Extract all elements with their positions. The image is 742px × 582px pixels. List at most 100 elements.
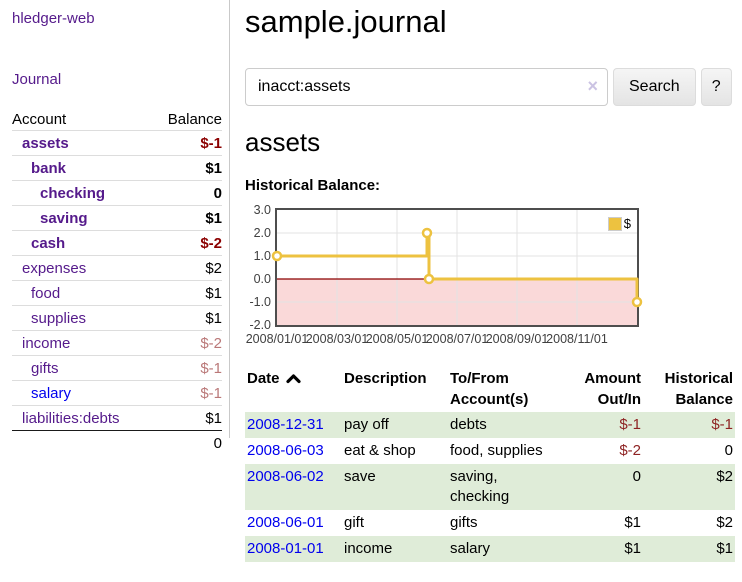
register-row: 2008-06-01 gift gifts $1 $2 (245, 510, 735, 536)
balance-cell: $-1 (643, 412, 735, 438)
account-link-bank[interactable]: bank (12, 160, 66, 177)
y-axis-tick: 1.0 (245, 248, 271, 264)
sidebar-item-journal[interactable]: Journal (12, 71, 230, 88)
account-row-assets: assets $-1 (12, 130, 222, 155)
sidebar-divider (229, 0, 230, 438)
account-balance: $1 (205, 410, 222, 427)
account-balance: $2 (205, 260, 222, 277)
register-row: 2008-06-02 save saving, checking 0 $2 (245, 464, 735, 510)
balance-cell: $1 (643, 536, 735, 562)
account-row-cash: cash $-2 (12, 230, 222, 255)
account-cell: food, supplies (448, 438, 558, 464)
balance-column-header: Historical Balance (643, 366, 735, 412)
search-input[interactable] (245, 68, 608, 106)
register-row: 2008-12-31 pay off debts $-1 $-1 (245, 412, 735, 438)
date-link[interactable]: 2008-06-02 (247, 468, 324, 485)
account-cell: salary (448, 536, 558, 562)
account-balance: $-1 (200, 360, 222, 377)
balance-cell: 0 (643, 438, 735, 464)
y-axis-tick: 0.0 (245, 271, 271, 287)
account-link-liabilities-debts[interactable]: liabilities:debts (12, 410, 120, 427)
account-link-salary[interactable]: salary (12, 385, 71, 402)
date-link[interactable]: 2008-12-31 (247, 416, 324, 433)
account-balance: $-2 (200, 235, 222, 252)
account-row-liabilities-debts: liabilities:debts $1 (12, 405, 222, 430)
account-cell: saving, checking (448, 464, 558, 510)
legend-label: $ (624, 216, 631, 231)
account-row-bank: bank $1 (12, 155, 222, 180)
account-balance: $1 (205, 210, 222, 227)
accounts-table: Account Balance assets $-1 bank $1 check… (12, 108, 222, 455)
description-cell: save (342, 464, 448, 510)
register-row: 2008-06-03 eat & shop food, supplies $-2… (245, 438, 735, 464)
balance-cell: $2 (643, 510, 735, 536)
main-content: sample.journal × Search ? assets Histori… (245, 0, 742, 562)
date-link[interactable]: 2008-06-01 (247, 514, 324, 531)
amount-cell: $1 (558, 510, 643, 536)
date-link[interactable]: 2008-06-03 (247, 442, 324, 459)
account-balance: $1 (205, 310, 222, 327)
register-header-row: Date Description To/From Account(s) Amou… (245, 366, 735, 412)
amount-column-header: Amount Out/In (558, 366, 643, 412)
legend-swatch-icon (608, 217, 622, 231)
sidebar: hledger-web Journal Account Balance asse… (0, 0, 230, 455)
brand-link[interactable]: hledger-web (12, 10, 230, 27)
clear-search-icon[interactable]: × (587, 78, 598, 95)
amount-cell: $1 (558, 536, 643, 562)
amount-cell: $-2 (558, 438, 643, 464)
register-table: Date Description To/From Account(s) Amou… (245, 366, 735, 562)
account-link-supplies[interactable]: supplies (12, 310, 86, 327)
account-column-header: To/From Account(s) (448, 366, 558, 412)
account-balance: $-2 (200, 335, 222, 352)
account-row-food: food $1 (12, 280, 222, 305)
amount-cell: 0 (558, 464, 643, 510)
date-header-label: Date (247, 370, 280, 387)
account-balance: 0 (214, 185, 222, 202)
chart-canvas (277, 210, 637, 325)
account-link-cash[interactable]: cash (12, 235, 65, 252)
account-column-header: Account (12, 111, 66, 128)
chart-plot-area: $ (275, 208, 639, 327)
account-balance: $-1 (200, 385, 222, 402)
balance-cell: $2 (643, 464, 735, 510)
search-button[interactable]: Search (613, 68, 696, 106)
x-axis-tick: 2008/03/01 (305, 331, 369, 347)
description-cell: eat & shop (342, 438, 448, 464)
historical-balance-chart: 3.0 2.0 1.0 0.0 -1.0 -2.0 (245, 206, 742, 350)
y-axis-tick: 3.0 (245, 202, 271, 218)
account-link-gifts[interactable]: gifts (12, 360, 59, 377)
balance-column-header: Balance (168, 111, 222, 128)
account-row-income: income $-2 (12, 330, 222, 355)
account-row-salary: salary $-1 (12, 380, 222, 405)
x-axis-tick: 2008/01/01 (245, 331, 309, 347)
y-axis-tick: -1.0 (245, 294, 271, 310)
account-row-checking: checking 0 (12, 180, 222, 205)
account-link-expenses[interactable]: expenses (12, 260, 86, 277)
account-row-supplies: supplies $1 (12, 305, 222, 330)
y-axis-tick: 2.0 (245, 225, 271, 241)
accounts-total-row: 0 (12, 430, 222, 455)
x-axis-tick: 2008/11/01 (545, 331, 609, 347)
account-link-saving[interactable]: saving (12, 210, 88, 227)
description-column-header: Description (342, 366, 448, 412)
description-cell: gift (342, 510, 448, 536)
account-row-expenses: expenses $2 (12, 255, 222, 280)
account-link-income[interactable]: income (12, 335, 70, 352)
x-axis-tick: 2008/05/01 (365, 331, 429, 347)
search-help-button[interactable]: ? (701, 68, 732, 106)
chart-title: Historical Balance: (245, 177, 742, 194)
account-cell: gifts (448, 510, 558, 536)
register-row: 2008-01-01 income salary $1 $1 (245, 536, 735, 562)
date-column-header[interactable]: Date (245, 366, 342, 412)
account-link-food[interactable]: food (12, 285, 60, 302)
account-row-gifts: gifts $-1 (12, 355, 222, 380)
search-box: × (245, 68, 608, 106)
account-heading: assets (245, 127, 742, 157)
x-axis-tick: 2008/09/01 (485, 331, 549, 347)
account-link-checking[interactable]: checking (12, 185, 105, 202)
search-bar: × Search ? (245, 68, 742, 106)
page-title: sample.journal (245, 0, 742, 41)
description-cell: pay off (342, 412, 448, 438)
account-link-assets[interactable]: assets (12, 135, 69, 152)
date-link[interactable]: 2008-01-01 (247, 540, 324, 557)
